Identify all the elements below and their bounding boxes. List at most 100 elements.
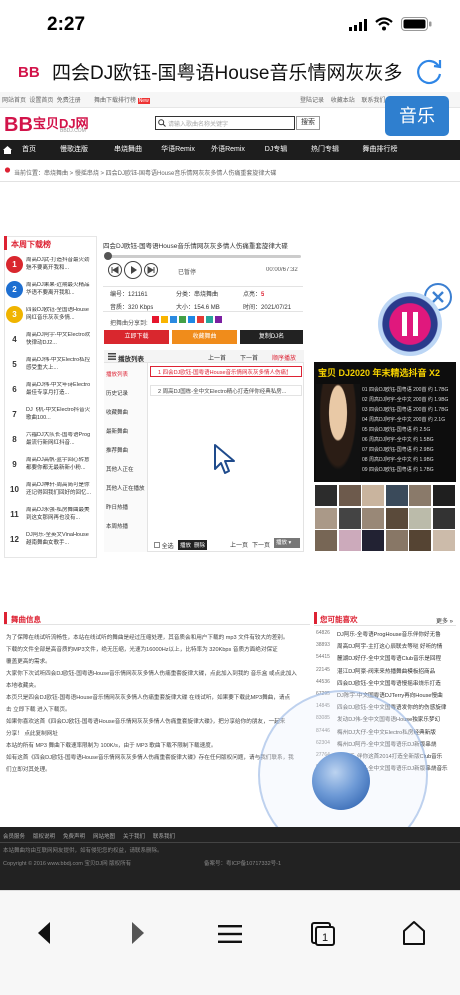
page-prev[interactable]: 上一页 bbox=[230, 540, 248, 549]
photo-thumb[interactable] bbox=[385, 530, 408, 551]
photo-thumb[interactable] bbox=[385, 507, 408, 529]
wifi-icon bbox=[375, 17, 393, 31]
like-item[interactable]: 湛江DJ阿豪-阀来来热播舞曲模板招商品 bbox=[337, 667, 455, 675]
next-button[interactable]: 下一首 bbox=[240, 353, 258, 362]
next-track-icon[interactable] bbox=[144, 263, 158, 277]
like-item[interactable]: 四会DJ欧钰-全中文国粤语慢摇串烧乐打造 bbox=[337, 679, 455, 687]
prev-button[interactable]: 上一首 bbox=[208, 353, 226, 362]
rank-item[interactable]: 周高DJ神轩-周高简可是你还记得回我们回好的回忆... bbox=[26, 482, 94, 500]
photo-thumb[interactable] bbox=[338, 507, 361, 529]
nav-item-hot-album[interactable]: 热门专辑 bbox=[300, 140, 350, 160]
footer-beian: 备案号：粤ICP备10717332号-1 bbox=[204, 861, 282, 867]
photo-thumb[interactable] bbox=[432, 507, 455, 529]
reload-icon[interactable] bbox=[414, 57, 444, 85]
photo-thumb[interactable] bbox=[338, 485, 361, 506]
playlist-side-item[interactable]: 其他人正在 bbox=[106, 465, 146, 473]
play-icon[interactable] bbox=[124, 261, 142, 279]
rank-item[interactable]: 周高DJ伟-中文Electro私控感受重大上... bbox=[26, 357, 94, 375]
photo-thumb[interactable] bbox=[315, 507, 337, 529]
rank-item[interactable]: DJ飞机-中文Electro抖音火歌曲100... bbox=[26, 407, 94, 425]
photo-thumb[interactable] bbox=[385, 485, 408, 506]
home-icon[interactable] bbox=[2, 140, 12, 160]
assistive-touch-ball[interactable] bbox=[312, 752, 370, 810]
photo-thumb[interactable] bbox=[315, 530, 337, 551]
playlist-side-item[interactable]: 历史记录 bbox=[106, 389, 146, 397]
topbar-left-links[interactable]: 网站首页 设置首页 免费注册 bbox=[2, 95, 92, 104]
rank-item[interactable]: 四会DJ欧钰-全国语House网红音乐灰灰多情... bbox=[26, 307, 94, 325]
nav-item-rank[interactable]: 舞曲排行榜 bbox=[352, 140, 408, 160]
playlist-footer-delete[interactable]: 删除 bbox=[192, 540, 208, 550]
player-title: 四会DJ欧钰-国粤语House音乐情网灰灰多情人伤痛重套旋律大碟 bbox=[103, 243, 288, 250]
rank-number: 5 bbox=[12, 360, 17, 369]
favorite-button[interactable]: 收藏舞曲 bbox=[172, 330, 237, 344]
playlist-side-item[interactable]: 本周热播 bbox=[106, 522, 146, 530]
rank-item[interactable]: 周高DJ果果-近期最火精品华语不要离开我和... bbox=[26, 282, 94, 300]
info-line: 覆盖更高的需求。 bbox=[6, 659, 51, 665]
footer-link[interactable]: 联系我们 bbox=[153, 832, 175, 840]
prev-track-icon[interactable] bbox=[108, 263, 122, 277]
download-button[interactable]: 立即下载 bbox=[104, 330, 169, 344]
photo-thumb[interactable] bbox=[338, 530, 361, 551]
nav-item-dj-album[interactable]: DJ专辑 bbox=[254, 140, 298, 160]
rank-item[interactable]: 周高DJ武-打造抖音最火劲魅不要离开我和... bbox=[26, 257, 94, 275]
back-icon[interactable] bbox=[34, 920, 54, 946]
nav-item-slow[interactable]: 慢歌连版 bbox=[50, 140, 98, 160]
page-title[interactable]: 四会DJ欧钰-国粤语House音乐情网灰灰多 bbox=[52, 58, 404, 85]
footer-link[interactable]: 会员服务 bbox=[3, 832, 25, 840]
rank-item[interactable]: 六福DJ大队长-国粤语Prog最流行新网红抖音... bbox=[26, 432, 94, 450]
playlist-side-item[interactable]: 其他人正在播放 bbox=[106, 484, 146, 492]
photo-thumb[interactable] bbox=[409, 507, 431, 529]
nav-item-home[interactable]: 首页 bbox=[12, 140, 46, 160]
play-mode[interactable]: 顺序播放 bbox=[272, 353, 296, 362]
search-button[interactable]: 搜索 bbox=[296, 116, 320, 130]
photo-thumb[interactable] bbox=[362, 507, 384, 529]
rank-item[interactable]: 周高DJ伟-中文年诗Electro最佳专享月打造... bbox=[26, 382, 94, 400]
rank-item[interactable]: 周高DJ阿宇-中文Electro欢快律动DJ2... bbox=[26, 332, 94, 350]
playlist-side-item[interactable]: 昨日热播 bbox=[106, 503, 146, 511]
rank-item[interactable]: 周高DJ永强-私房舞曲最美到这女那网再也没有... bbox=[26, 507, 94, 525]
page-select[interactable]: 播放 ▾ bbox=[274, 538, 300, 548]
topbar-rank-link[interactable]: 舞曲下载排行榜 New bbox=[94, 95, 174, 104]
progress-bar[interactable] bbox=[106, 255, 301, 258]
nav-item-chinese-remix[interactable]: 华语Remix bbox=[154, 140, 202, 160]
progress-handle[interactable] bbox=[104, 252, 112, 260]
photo-thumb[interactable] bbox=[409, 530, 431, 551]
footer-link[interactable]: 免费声明 bbox=[63, 832, 85, 840]
footer-link[interactable]: 关于我们 bbox=[123, 832, 145, 840]
playlist-footer-play[interactable]: 播放 bbox=[178, 540, 194, 550]
share-icons[interactable] bbox=[152, 316, 222, 324]
photo-thumb[interactable] bbox=[362, 485, 384, 506]
like-more-link[interactable]: 更多 » bbox=[436, 616, 453, 625]
tabs-icon[interactable]: 1 bbox=[310, 921, 336, 947]
rank-item[interactable]: DJ阿乐-全英文VinaHouse越南舞曲女歌手... bbox=[26, 532, 94, 550]
pause-float-button[interactable] bbox=[378, 292, 442, 356]
rank-item[interactable]: 周高DJ高帆-蓝宇回心转意都要你都无最新新小粉... bbox=[26, 457, 94, 475]
playlist-side-item[interactable]: 最新舞曲 bbox=[106, 427, 146, 435]
nav-item-medley[interactable]: 串烧舞曲 bbox=[104, 140, 152, 160]
menu-icon[interactable] bbox=[218, 924, 242, 944]
playlist-side-item[interactable]: 收藏舞曲 bbox=[106, 408, 146, 416]
playlist-side-item[interactable]: 推荐舞曲 bbox=[106, 446, 146, 454]
copy-name-button[interactable]: 复制DJ名 bbox=[240, 330, 303, 344]
music-button[interactable]: 音乐 bbox=[385, 96, 449, 136]
footer-link[interactable]: 网站地图 bbox=[93, 832, 115, 840]
photo-thumb[interactable] bbox=[432, 530, 455, 551]
nav-item-foreign-remix[interactable]: 外语Remix bbox=[204, 140, 252, 160]
like-item[interactable]: 周高DJ阿宇-主打这心辰联去等哒 好听的情 bbox=[337, 642, 455, 650]
rank-number: 12 bbox=[10, 535, 19, 544]
page-next[interactable]: 下一页 bbox=[252, 540, 270, 549]
forward-icon[interactable] bbox=[128, 920, 148, 946]
home-icon[interactable] bbox=[402, 920, 426, 946]
photo-thumb[interactable] bbox=[315, 485, 337, 506]
footer-link[interactable]: 版权说明 bbox=[33, 832, 55, 840]
playlist-side-item[interactable]: 播放列表 bbox=[106, 370, 146, 378]
photo-thumb[interactable] bbox=[432, 485, 455, 506]
photo-thumb[interactable] bbox=[362, 530, 384, 551]
playlist-footer-all[interactable]: 全选 bbox=[154, 541, 174, 550]
like-item[interactable]: DJ阿乐-全粤语ProgHouse音乐伴你好无鲁 bbox=[337, 630, 455, 638]
photo-thumb[interactable] bbox=[409, 485, 431, 506]
battery-icon bbox=[401, 17, 433, 32]
like-item[interactable]: 麓湖DJ好仔-全中文国粤语Club音乐是回程 bbox=[337, 654, 455, 662]
ad-row: 03 四会DJ欧钰-国粤语 200首 约 1.7BG bbox=[362, 407, 449, 413]
like-title-marker bbox=[314, 612, 317, 624]
